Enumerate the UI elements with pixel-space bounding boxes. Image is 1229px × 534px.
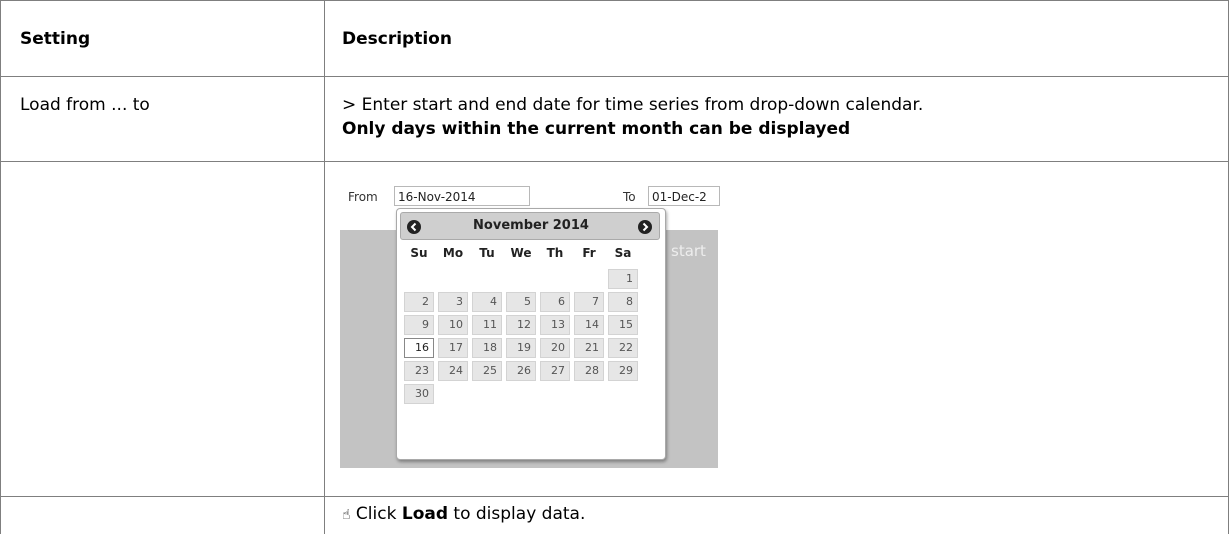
calendar-day[interactable]: 23 bbox=[404, 361, 434, 381]
calendar-day[interactable]: 29 bbox=[608, 361, 638, 381]
weekday-header: Su bbox=[410, 246, 428, 260]
calendar-day[interactable]: 21 bbox=[574, 338, 604, 358]
calendar-day[interactable]: 16 bbox=[404, 338, 434, 358]
instruction-prefix: Click bbox=[350, 504, 402, 524]
weekday-header: Fr bbox=[582, 246, 596, 260]
circle-arrow-right-icon[interactable] bbox=[637, 219, 653, 235]
calendar-day[interactable]: 3 bbox=[438, 292, 468, 312]
table-border-left bbox=[0, 0, 1, 534]
calendar-day[interactable]: 11 bbox=[472, 315, 502, 335]
from-label: From bbox=[348, 190, 378, 204]
start-label: start bbox=[671, 242, 706, 260]
to-date-input[interactable]: 01-Dec-2 bbox=[648, 186, 720, 206]
table-row-divider bbox=[0, 76, 1229, 77]
calendar-day[interactable]: 9 bbox=[404, 315, 434, 335]
weekday-header: Tu bbox=[479, 246, 495, 260]
calendar-day[interactable]: 20 bbox=[540, 338, 570, 358]
header-setting: Setting bbox=[20, 29, 91, 49]
calendar-day[interactable]: 17 bbox=[438, 338, 468, 358]
datepicker-month-title: November 2014 bbox=[473, 218, 589, 233]
calendar-day[interactable]: 5 bbox=[506, 292, 536, 312]
load-keyword: Load bbox=[401, 504, 449, 524]
weekday-header: Sa bbox=[614, 246, 632, 260]
calendar-day[interactable]: 7 bbox=[574, 292, 604, 312]
calendar-day[interactable]: 25 bbox=[472, 361, 502, 381]
calendar-day[interactable]: 27 bbox=[540, 361, 570, 381]
description-note: Only days within the current month can b… bbox=[342, 119, 851, 139]
table-row-divider bbox=[0, 161, 1229, 162]
calendar-day[interactable]: 6 bbox=[540, 292, 570, 312]
weekday-header: We bbox=[510, 246, 532, 260]
calendar-day[interactable]: 14 bbox=[574, 315, 604, 335]
calendar-day[interactable]: 8 bbox=[608, 292, 638, 312]
to-label: To bbox=[623, 190, 636, 204]
datepicker-popup: November 2014 Su Mo Tu We Th Fr Sa 1 2 3 4 5 6 7 8 9 10 1… bbox=[396, 208, 666, 460]
calendar-day[interactable]: 4 bbox=[472, 292, 502, 312]
calendar-day[interactable]: 15 bbox=[608, 315, 638, 335]
calendar-day[interactable]: 22 bbox=[608, 338, 638, 358]
calendar-day[interactable]: 10 bbox=[438, 315, 468, 335]
calendar-day[interactable]: 2 bbox=[404, 292, 434, 312]
table-column-divider bbox=[324, 0, 325, 534]
calendar-day[interactable]: 18 bbox=[472, 338, 502, 358]
instruction-text: ☝ Click Load to display data. bbox=[342, 503, 585, 526]
setting-load-from-to: Load from ... to bbox=[20, 95, 150, 115]
header-description: Description bbox=[342, 29, 452, 49]
pointer-hand-icon: ☝ bbox=[342, 507, 351, 523]
calendar-day[interactable]: 12 bbox=[506, 315, 536, 335]
weekday-header: Th bbox=[546, 246, 564, 260]
calendar-day[interactable]: 30 bbox=[404, 384, 434, 404]
calendar-day[interactable]: 13 bbox=[540, 315, 570, 335]
calendar-day[interactable]: 28 bbox=[574, 361, 604, 381]
instruction-suffix: to display data. bbox=[448, 504, 586, 524]
from-date-input[interactable]: 16-Nov-2014 bbox=[394, 186, 530, 206]
calendar-day[interactable]: 19 bbox=[506, 338, 536, 358]
table-row-divider bbox=[0, 496, 1229, 497]
weekday-header: Mo bbox=[442, 246, 464, 260]
calendar-day[interactable]: 1 bbox=[608, 269, 638, 289]
description-line: > Enter start and end date for time seri… bbox=[342, 95, 924, 115]
calendar-day[interactable]: 26 bbox=[506, 361, 536, 381]
datepicker-header: November 2014 bbox=[400, 212, 660, 240]
calendar-day[interactable]: 24 bbox=[438, 361, 468, 381]
datepicker-screenshot: start From 16-Nov-2014 To 01-Dec-2 Novem… bbox=[340, 182, 720, 468]
table-border-top bbox=[0, 0, 1229, 1]
